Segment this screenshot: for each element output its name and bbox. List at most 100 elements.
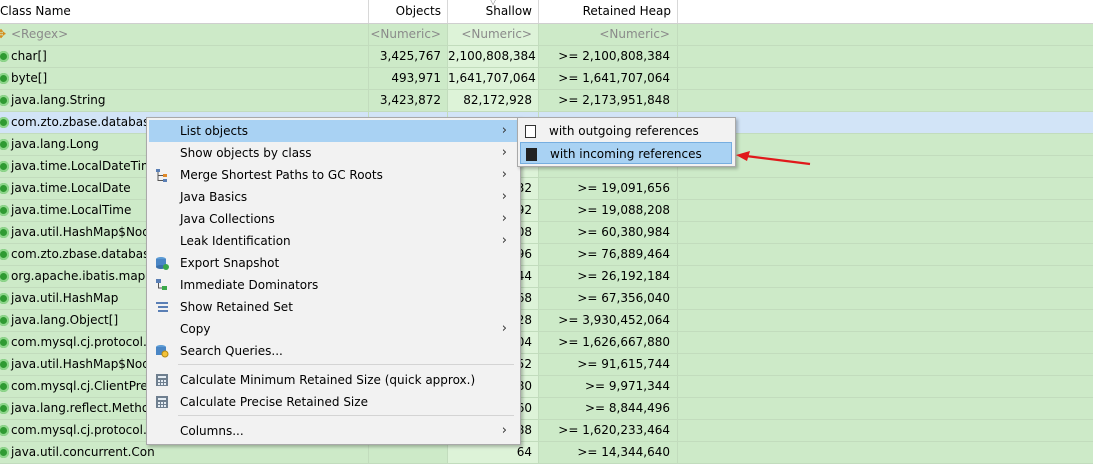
menu-item-columns[interactable]: Columns... › xyxy=(149,420,517,442)
menu-item-label: Calculate Minimum Retained Size (quick a… xyxy=(180,373,476,387)
class-icon xyxy=(0,293,9,304)
retained-heap-cell[interactable]: >= 2,100,808,384 xyxy=(539,46,678,67)
retained-heap-cell[interactable]: >= 60,380,984 xyxy=(539,222,678,243)
retained-heap-cell[interactable]: >= 19,091,656 xyxy=(539,178,678,199)
retained-heap-cell[interactable]: >= 3,930,452,064 xyxy=(539,310,678,331)
class-name-label: java.lang.Object[] xyxy=(11,313,119,327)
submenu-arrow-icon: › xyxy=(501,189,507,204)
retained-heap-cell[interactable]: >= 1,620,233,464 xyxy=(539,420,678,441)
menu-item-label: Export Snapshot xyxy=(180,256,280,270)
class-name-label: java.lang.String xyxy=(11,93,106,107)
class-icon xyxy=(0,183,9,194)
regex-filter-label: <Regex> xyxy=(11,27,69,41)
class-icon xyxy=(0,51,9,62)
column-header-objects[interactable]: Objects xyxy=(369,0,448,23)
menu-item-label: Search Queries... xyxy=(180,344,283,358)
regex-filter-shallow-cell[interactable]: <Numeric> xyxy=(448,24,539,45)
class-name-cell[interactable]: char[] xyxy=(0,46,369,67)
class-icon xyxy=(0,315,9,326)
menu-item-label: Leak Identification xyxy=(180,234,291,248)
calculator-icon xyxy=(156,396,168,408)
class-name-cell[interactable]: byte[] xyxy=(0,68,369,89)
class-name-cell[interactable]: java.lang.String xyxy=(0,90,369,111)
objects-cell[interactable]: 3,425,767 xyxy=(369,46,448,67)
menu-item-search-queries[interactable]: Search Queries... xyxy=(149,340,517,362)
menu-item-export-snapshot[interactable]: Export Snapshot xyxy=(149,252,517,274)
context-menu: List objects › Show objects by class › M… xyxy=(146,117,521,445)
class-icon xyxy=(0,227,9,238)
menu-item-show-retained-set[interactable]: Show Retained Set xyxy=(149,296,517,318)
menu-item-java-basics[interactable]: Java Basics › xyxy=(149,186,517,208)
menu-item-calc-min-retained[interactable]: Calculate Minimum Retained Size (quick a… xyxy=(149,369,517,391)
retained-heap-cell[interactable]: >= 2,173,951,848 xyxy=(539,90,678,111)
class-icon xyxy=(0,117,9,128)
submenu-item-incoming-references[interactable]: with incoming references xyxy=(520,142,732,164)
objects-cell[interactable]: 3,423,872 xyxy=(369,90,448,111)
regex-filter-retained-cell[interactable]: <Numeric> xyxy=(539,24,678,45)
retained-heap-cell[interactable]: >= 1,626,667,880 xyxy=(539,332,678,353)
class-name-label: com.mysql.cj.protocol.a xyxy=(11,423,155,437)
class-name-label: org.apache.ibatis.mapp xyxy=(11,269,153,283)
retained-heap-cell[interactable]: >= 9,971,344 xyxy=(539,376,678,397)
table-row[interactable]: java.lang.String 3,423,872 82,172,928 >= 2,… xyxy=(0,90,1093,112)
shallow-heap-cell[interactable]: 82,172,928 xyxy=(448,90,539,111)
menu-item-leak-identification[interactable]: Leak Identification › xyxy=(149,230,517,252)
retained-heap-cell[interactable]: >= 8,844,496 xyxy=(539,398,678,419)
class-icon xyxy=(0,425,9,436)
regex-filter-name-cell[interactable]: ✥ <Regex> xyxy=(0,24,369,45)
submenu-arrow-icon: › xyxy=(501,321,507,336)
class-icon xyxy=(0,337,9,348)
submenu-item-label: with outgoing references xyxy=(549,124,699,138)
class-icon xyxy=(0,95,9,106)
retained-heap-cell[interactable]: >= 91,615,744 xyxy=(539,354,678,375)
class-name-label: com.mysql.cj.ClientPrep xyxy=(11,379,156,393)
regex-filter-row[interactable]: ✥ <Regex> <Numeric> <Numeric> <Numeric> xyxy=(0,24,1093,46)
table-header: Class Name Objects Shallow Heap Retained… xyxy=(0,0,1093,41)
shallow-heap-cell[interactable]: 1,641,707,064 xyxy=(448,68,539,89)
submenu-arrow-icon: › xyxy=(501,233,507,248)
class-name-label: com.zto.zbase.databas xyxy=(11,115,150,129)
menu-item-immediate-dominators[interactable]: Immediate Dominators xyxy=(149,274,517,296)
retained-heap-cell[interactable]: >= 19,088,208 xyxy=(539,200,678,221)
incoming-references-icon xyxy=(526,148,537,161)
class-name-label: java.time.LocalDateTim xyxy=(11,159,153,173)
class-icon xyxy=(0,139,9,150)
class-icon xyxy=(0,161,9,172)
menu-item-show-objects-by-class[interactable]: Show objects by class › xyxy=(149,142,517,164)
menu-item-label: Copy xyxy=(180,322,211,336)
table-row[interactable]: byte[] 493,971 1,641,707,064 >= 1,641,707,0… xyxy=(0,68,1093,90)
menu-item-label: Java Collections xyxy=(180,212,275,226)
menu-item-java-collections[interactable]: Java Collections › xyxy=(149,208,517,230)
shallow-heap-cell[interactable]: 2,100,808,384 xyxy=(448,46,539,67)
calculator-icon xyxy=(156,374,168,386)
menu-separator xyxy=(178,364,514,365)
menu-item-list-objects[interactable]: List objects › xyxy=(149,120,517,142)
column-header-retained-heap[interactable]: Retained Heap xyxy=(539,0,678,23)
retained-heap-cell[interactable]: >= 67,356,040 xyxy=(539,288,678,309)
class-icon xyxy=(0,73,9,84)
menu-item-copy[interactable]: Copy › xyxy=(149,318,517,340)
menu-item-merge-shortest-paths[interactable]: Merge Shortest Paths to GC Roots › xyxy=(149,164,517,186)
submenu-arrow-icon: › xyxy=(501,167,507,182)
regex-filter-objects-cell[interactable]: <Numeric> xyxy=(369,24,448,45)
class-name-label: java.util.concurrent.Con xyxy=(11,445,155,459)
menu-item-label: Show objects by class xyxy=(180,146,312,160)
submenu-item-outgoing-references[interactable]: with outgoing references xyxy=(520,120,732,142)
menu-item-label: Show Retained Set xyxy=(180,300,293,314)
menu-item-calc-precise-retained[interactable]: Calculate Precise Retained Size xyxy=(149,391,517,413)
retained-heap-cell[interactable]: >= 26,192,184 xyxy=(539,266,678,287)
class-name-label: char[] xyxy=(11,49,47,63)
column-header-class-name[interactable]: Class Name xyxy=(0,0,369,23)
sort-indicator-icon: ▽ xyxy=(490,0,497,6)
menu-item-label: Java Basics xyxy=(180,190,248,204)
class-icon xyxy=(0,249,9,260)
table-row[interactable]: char[] 3,425,767 2,100,808,384 >= 2,100,808… xyxy=(0,46,1093,68)
table-row[interactable]: java.util.concurrent.Con 64 >= 14,344,640 xyxy=(0,442,1093,464)
retained-heap-cell[interactable]: >= 76,889,464 xyxy=(539,244,678,265)
class-icon xyxy=(0,403,9,414)
outgoing-references-icon xyxy=(525,125,536,138)
class-name-label: com.mysql.cj.protocol.a xyxy=(11,335,155,349)
objects-cell[interactable]: 493,971 xyxy=(369,68,448,89)
retained-heap-cell[interactable]: >= 1,641,707,064 xyxy=(539,68,678,89)
filter-icon: ✥ xyxy=(0,28,6,40)
